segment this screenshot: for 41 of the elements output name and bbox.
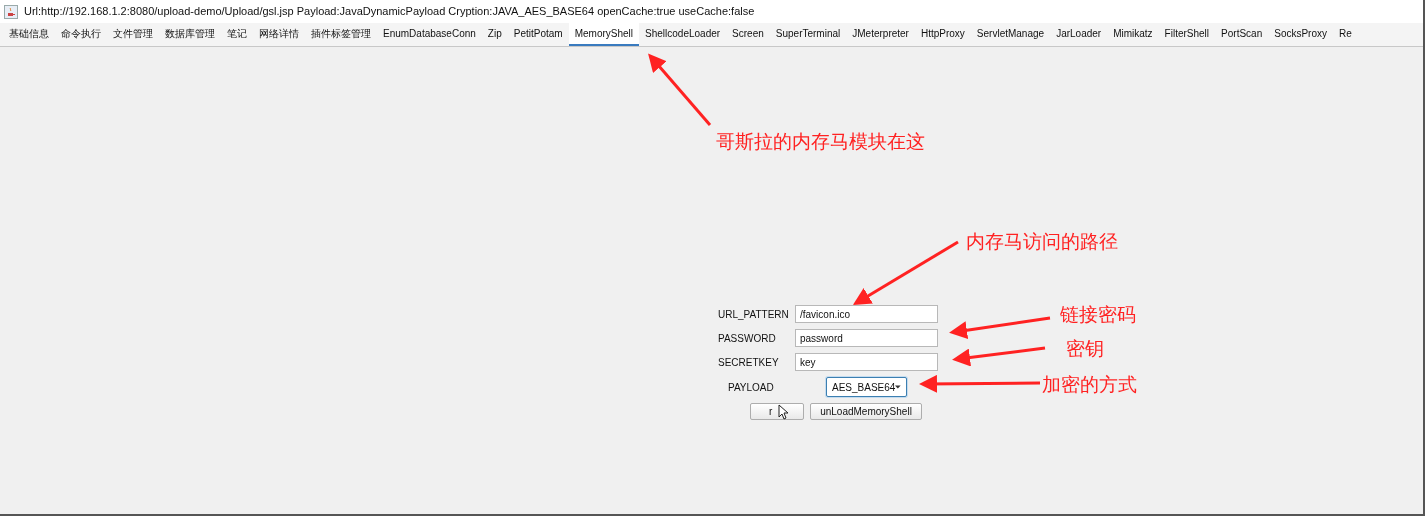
tab[interactable]: 基础信息 — [3, 23, 55, 46]
mouse-cursor-icon — [778, 404, 789, 420]
input-field[interactable]: /favicon.ico — [795, 305, 938, 323]
field-label: PAYLOAD — [727, 380, 775, 395]
tab[interactable]: HttpProxy — [914, 23, 971, 46]
tab[interactable]: 网络详情 — [253, 23, 305, 46]
annotation-text: 密钥 — [1066, 337, 1104, 361]
annotation-text: 哥斯拉的内存马模块在这 — [716, 130, 925, 154]
tab[interactable]: MemoryShell — [568, 23, 640, 46]
tab[interactable]: EnumDatabaseConn — [377, 23, 482, 46]
window-title: Url:http://192.168.1.2:8080/upload-demo/Upload/gsl.jsp Payload:JavaDynamicPayload Cryption:JAVA_AES_BASE64 openCache:true useCache:false — [24, 4, 755, 20]
annotation-text: 加密的方式 — [1042, 373, 1137, 397]
tab[interactable]: JarLoader — [1050, 23, 1108, 46]
tab[interactable]: Zip — [481, 23, 508, 46]
tab[interactable]: PortScan — [1215, 23, 1269, 46]
tab[interactable]: ServletManage — [970, 23, 1051, 46]
tab[interactable]: Mimikatz — [1107, 23, 1159, 46]
tab[interactable]: PetitPotam — [507, 23, 569, 46]
caret-icon — [895, 385, 901, 389]
field-label: PASSWORD — [717, 331, 777, 346]
annotation-text: 链接密码 — [1060, 303, 1136, 327]
tab[interactable]: 命令执行 — [55, 23, 107, 46]
tab[interactable]: FilterShell — [1158, 23, 1216, 46]
tab[interactable]: SocksProxy — [1268, 23, 1333, 46]
annotation-text: 内存马访问的路径 — [966, 230, 1118, 254]
tab[interactable]: Re — [1333, 23, 1358, 46]
button[interactable]: unLoadMemoryShell — [810, 403, 922, 420]
input-field[interactable]: password — [795, 329, 938, 347]
tab[interactable]: ShellcodeLoader — [639, 23, 727, 46]
field-label: SECRETKEY — [717, 355, 780, 370]
tab[interactable]: 笔记 — [221, 23, 253, 46]
tab[interactable]: 插件标签管理 — [305, 23, 377, 46]
tab[interactable]: 文件管理 — [107, 23, 159, 46]
tab[interactable]: Screen — [726, 23, 770, 46]
tab[interactable]: 数据库管理 — [159, 23, 221, 46]
java-cup-icon — [4, 4, 18, 19]
tab[interactable]: SuperTerminal — [769, 23, 847, 46]
tab[interactable]: JMeterpreter — [846, 23, 915, 46]
input-field[interactable]: key — [795, 353, 938, 371]
field-label: URL_PATTERN — [717, 307, 790, 322]
payload-dropdown[interactable]: AES_BASE64 — [826, 377, 907, 397]
